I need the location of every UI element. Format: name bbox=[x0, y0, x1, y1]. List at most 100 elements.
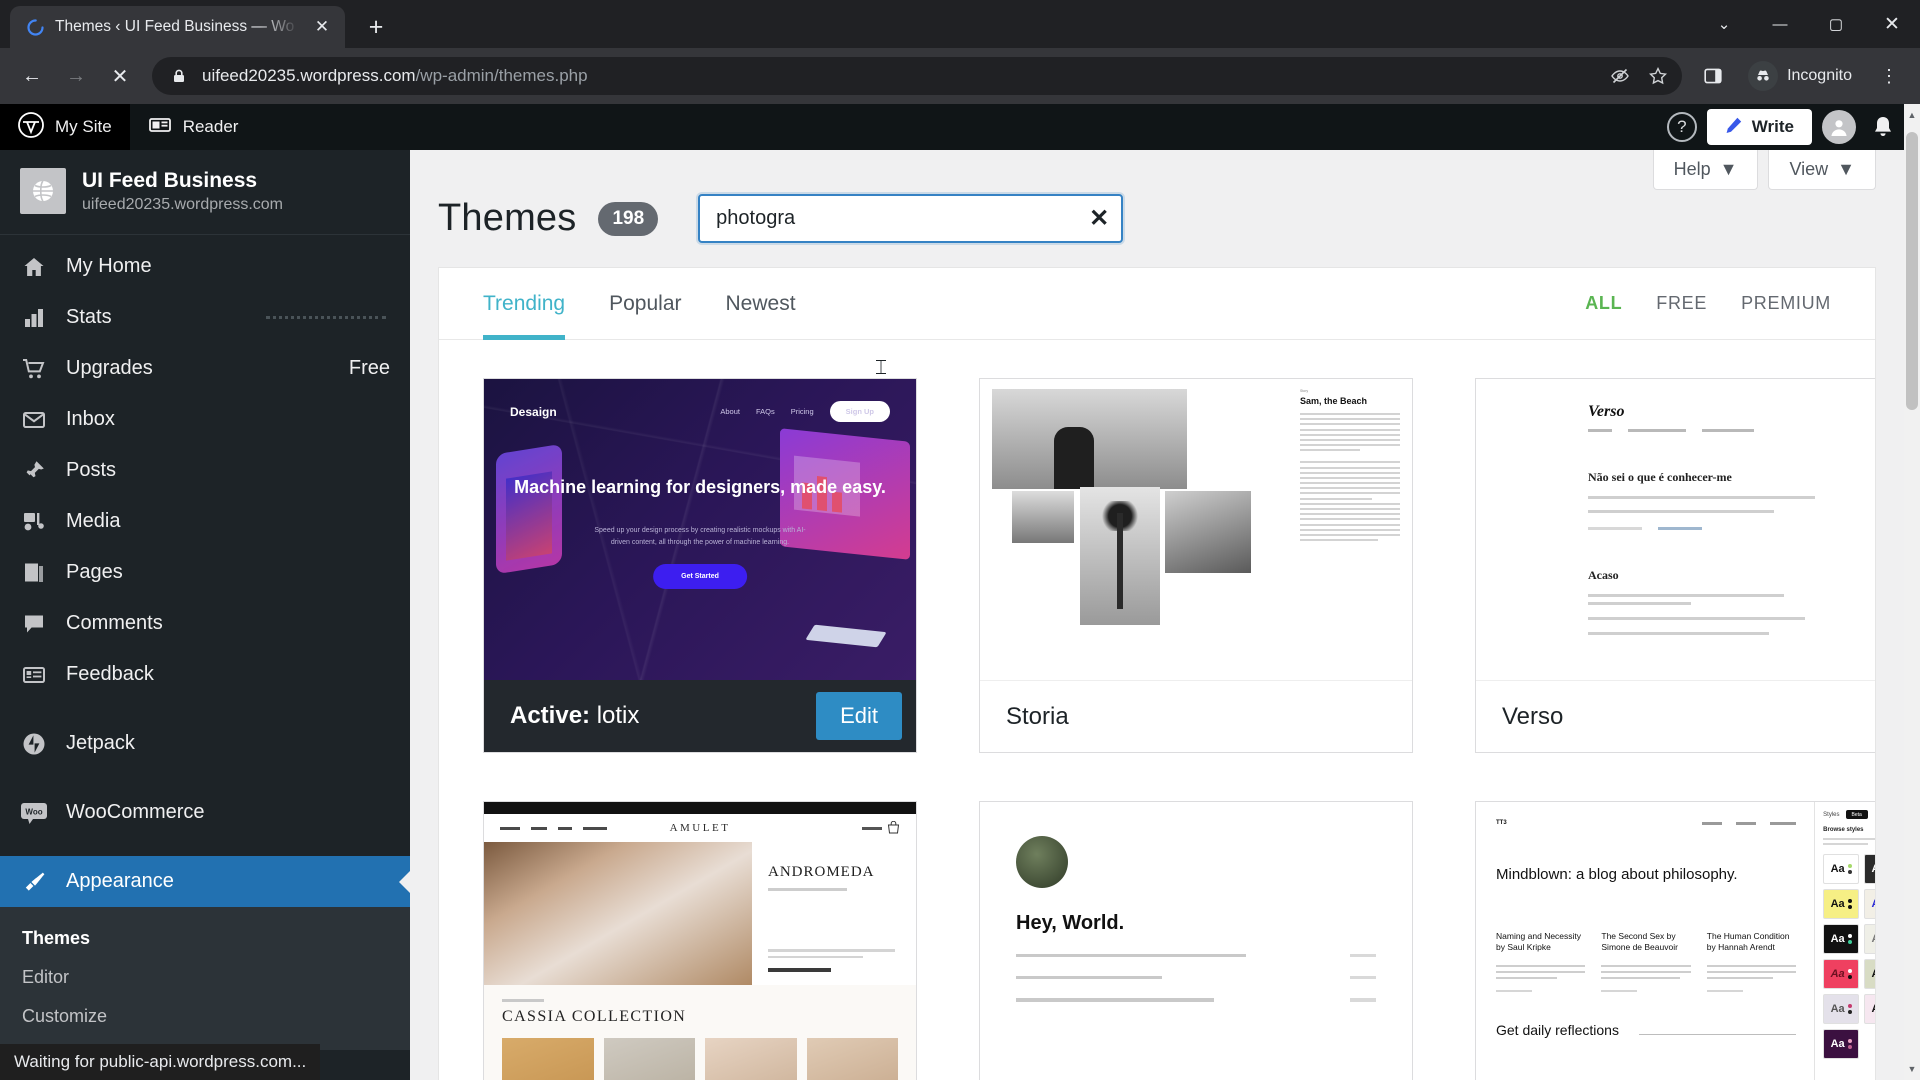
sidebar-item-comments[interactable]: Comments bbox=[0, 598, 410, 649]
loading-spinner-icon bbox=[26, 18, 45, 37]
preview-photo bbox=[1165, 491, 1251, 573]
new-tab-button[interactable]: + bbox=[359, 10, 393, 44]
theme-card[interactable]: Desaign About FAQs Pricing Sign Up Machi… bbox=[483, 378, 917, 753]
theme-thumbnail: AMULET ANDROMEDA CASSIA COLLECTION bbox=[484, 802, 916, 1080]
theme-name: Active: lotix bbox=[510, 702, 639, 730]
site-card[interactable]: UI Feed Business uifeed20235.wordpress.c… bbox=[0, 150, 410, 236]
tab-search-icon[interactable]: ⌄ bbox=[1696, 0, 1752, 48]
back-button[interactable]: ← bbox=[12, 56, 52, 96]
tab-popular[interactable]: Popular bbox=[587, 268, 703, 340]
write-button[interactable]: Write bbox=[1706, 109, 1812, 145]
tab-trending[interactable]: Trending bbox=[483, 268, 587, 340]
maximize-button[interactable]: ▢ bbox=[1808, 0, 1864, 48]
star-icon[interactable] bbox=[1642, 60, 1674, 92]
incognito-indicator[interactable]: Incognito bbox=[1742, 58, 1866, 94]
sidebar-item-inbox[interactable]: Inbox bbox=[0, 394, 410, 445]
sidebar-item-label: Jetpack bbox=[66, 732, 135, 755]
cart-icon bbox=[862, 821, 900, 835]
preview-post-title: The Human Condition by Hannah Arendt bbox=[1706, 931, 1790, 953]
theme-card[interactable]: AMULET ANDROMEDA CASSIA COLLECTION bbox=[483, 801, 917, 1080]
scroll-up-arrow-icon[interactable]: ▲ bbox=[1904, 106, 1920, 124]
envelope-icon bbox=[20, 408, 48, 432]
close-icon[interactable]: ✕ bbox=[1089, 206, 1109, 231]
web-page: My Site Reader ? Write UI Feed Business … bbox=[0, 104, 1920, 1080]
style-swatch: Aa bbox=[1823, 994, 1860, 1025]
admin-bar-reader[interactable]: Reader bbox=[130, 104, 257, 150]
home-icon bbox=[20, 255, 48, 279]
bar-chart-icon bbox=[20, 306, 48, 330]
eye-off-icon[interactable] bbox=[1604, 60, 1636, 92]
sidebar-item-stats[interactable]: Stats bbox=[0, 292, 410, 343]
kebab-menu-icon[interactable]: ⋮ bbox=[1870, 57, 1908, 95]
view-button[interactable]: View ▼ bbox=[1768, 150, 1876, 190]
preview-gallery bbox=[992, 389, 1207, 489]
search-input[interactable] bbox=[698, 194, 1124, 243]
media-icon bbox=[20, 510, 48, 534]
sidebar-divider bbox=[0, 700, 410, 718]
filter-free[interactable]: FREE bbox=[1656, 293, 1707, 314]
tab-newest[interactable]: Newest bbox=[704, 268, 818, 340]
theme-card[interactable]: Verso Não sei o que é conhecer-me Acaso … bbox=[1475, 378, 1875, 753]
theme-card[interactable]: TT3 Mindblown: a blog about philosophy. bbox=[1475, 801, 1875, 1080]
address-bar[interactable]: uifeed20235.wordpress.com/wp-admin/theme… bbox=[152, 57, 1683, 95]
browser-tab[interactable]: Themes ‹ UI Feed Business — Wo ✕ bbox=[10, 6, 345, 48]
edit-button[interactable]: Edit bbox=[816, 692, 902, 740]
sidebar-item-my-home[interactable]: My Home bbox=[0, 241, 410, 292]
notifications-bell-icon[interactable] bbox=[1866, 110, 1900, 144]
sidebar-item-customize[interactable]: Customize bbox=[0, 997, 410, 1036]
sidebar-item-upgrades[interactable]: Upgrades Free bbox=[0, 343, 410, 394]
admin-bar-my-site[interactable]: My Site bbox=[0, 104, 130, 150]
wp-sidebar: UI Feed Business uifeed20235.wordpress.c… bbox=[0, 150, 410, 1080]
preview-main: TT3 Mindblown: a blog about philosophy. bbox=[1476, 802, 1814, 1080]
style-swatch: Aa bbox=[1823, 889, 1860, 920]
preview-post: Naming and Necessity by Saul Kripke bbox=[1496, 931, 1586, 993]
preview-nav bbox=[1588, 429, 1846, 432]
page-scrollbar[interactable]: ▲ ▼ bbox=[1904, 104, 1920, 1080]
theme-card[interactable]: Story Sam, the Beach Storia bbox=[979, 378, 1413, 753]
preview-line bbox=[1588, 616, 1805, 620]
help-label: Help bbox=[1673, 159, 1711, 179]
sidebar-item-themes[interactable]: Themes bbox=[0, 919, 410, 958]
forward-button[interactable]: → bbox=[56, 56, 96, 96]
preview-heading: Hey, World. bbox=[1016, 912, 1125, 934]
theme-preview-amulet: AMULET ANDROMEDA CASSIA COLLECTION bbox=[484, 802, 916, 1080]
theme-card[interactable]: Hey, World. bbox=[979, 801, 1413, 1080]
preview-nav-link: Pricing bbox=[790, 407, 814, 416]
theme-preview-lotix: Desaign About FAQs Pricing Sign Up Machi… bbox=[484, 379, 916, 680]
scroll-down-arrow-icon[interactable]: ▼ bbox=[1904, 1060, 1920, 1078]
minimize-button[interactable]: — bbox=[1752, 0, 1808, 48]
theme-thumbnail: Story Sam, the Beach bbox=[980, 379, 1412, 680]
close-icon[interactable]: ✕ bbox=[309, 14, 335, 40]
theme-preview-mindblown: TT3 Mindblown: a blog about philosophy. bbox=[1476, 802, 1875, 1080]
window-close-button[interactable]: ✕ bbox=[1864, 0, 1920, 48]
filter-all[interactable]: ALL bbox=[1585, 293, 1622, 314]
help-icon[interactable]: ? bbox=[1666, 112, 1697, 142]
site-name: UI Feed Business bbox=[82, 169, 258, 192]
sidebar-item-editor[interactable]: Editor bbox=[0, 958, 410, 997]
sidebar-item-pages[interactable]: Pages bbox=[0, 547, 410, 598]
sidebar-item-jetpack[interactable]: Jetpack bbox=[0, 718, 410, 769]
styles-panel-description bbox=[1823, 838, 1875, 846]
active-caret bbox=[399, 869, 410, 894]
styles-panel-header: Styles Beta ⋮ ✕ bbox=[1823, 810, 1875, 819]
admin-bar-right: ? Write bbox=[1666, 109, 1920, 145]
preview-nav: AMULET bbox=[484, 814, 916, 842]
scrollbar-thumb[interactable] bbox=[1906, 132, 1918, 410]
sidebar-item-appearance[interactable]: Appearance bbox=[0, 856, 410, 908]
avatar[interactable] bbox=[1822, 110, 1856, 144]
theme-thumbnail: Verso Não sei o que é conhecer-me Acaso bbox=[1476, 379, 1875, 680]
preview-section-title: CASSIA COLLECTION bbox=[502, 1008, 687, 1025]
sidebar-item-feedback[interactable]: Feedback bbox=[0, 649, 410, 700]
sidebar-item-woocommerce[interactable]: Woo WooCommerce bbox=[0, 787, 410, 838]
help-button[interactable]: Help ▼ bbox=[1652, 150, 1759, 190]
preview-footer: Get daily reflections bbox=[1496, 1022, 1797, 1040]
stop-loading-button[interactable]: ✕ bbox=[100, 56, 140, 96]
style-swatches: Aa Aa Aa Aa Aa Aa Aa Aa Aa bbox=[1823, 854, 1875, 1060]
styles-panel-title: Styles bbox=[1823, 811, 1840, 818]
filter-premium[interactable]: PREMIUM bbox=[1741, 293, 1831, 314]
theme-thumbnail: Hey, World. bbox=[980, 802, 1412, 1080]
sidebar-item-media[interactable]: Media bbox=[0, 496, 410, 547]
side-panel-icon[interactable] bbox=[1694, 57, 1732, 95]
preview-product bbox=[806, 1038, 898, 1080]
sidebar-item-posts[interactable]: Posts bbox=[0, 445, 410, 496]
